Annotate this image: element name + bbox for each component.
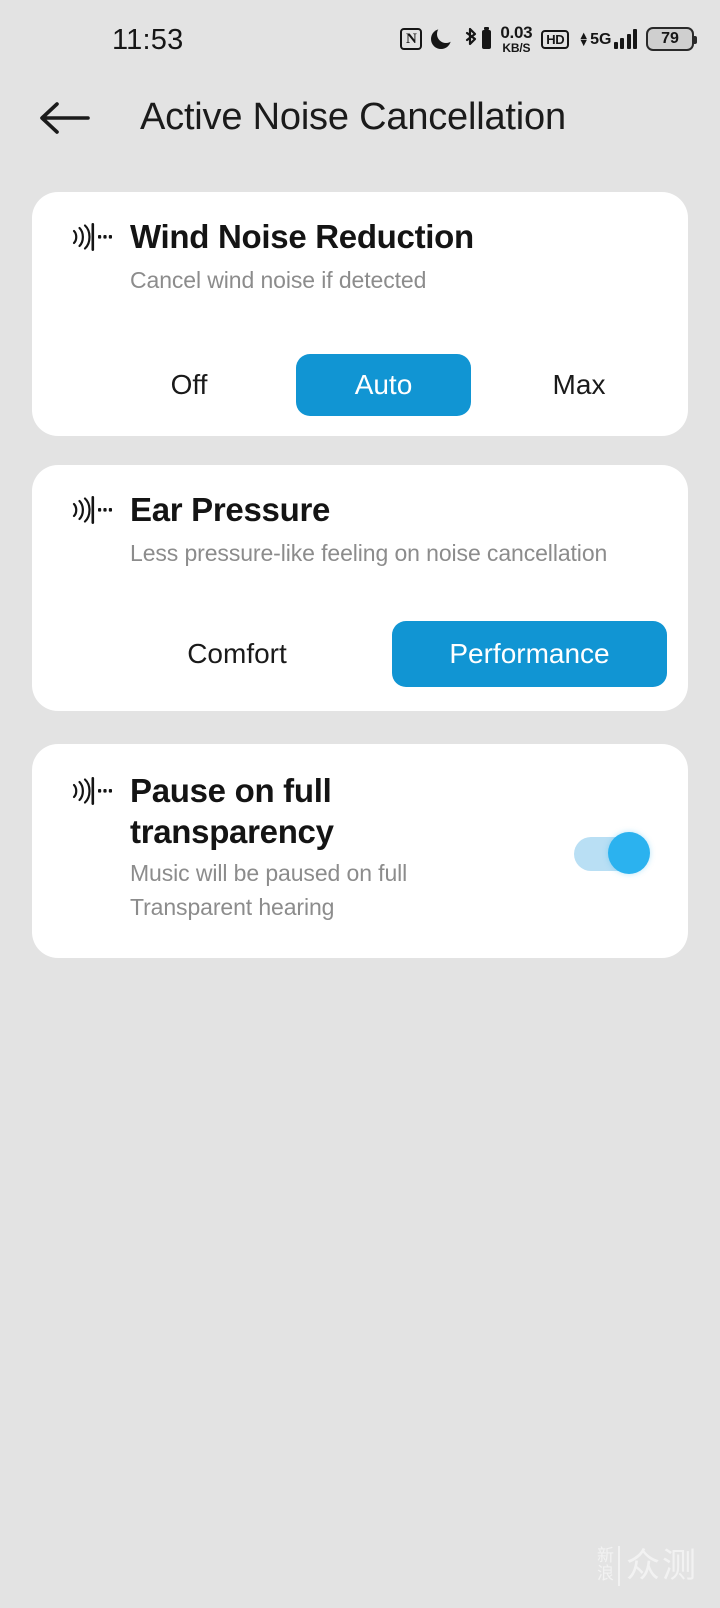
card-title: Wind Noise Reduction: [130, 218, 474, 255]
watermark: 新浪 众测: [593, 1546, 698, 1586]
back-arrow-icon: [40, 102, 90, 134]
data-transfer-arrows-icon: ▲ ▼: [578, 30, 590, 49]
card-title: Ear Pressure: [130, 491, 331, 528]
page-title: Active Noise Cancellation: [140, 96, 566, 138]
network-type-label: 5G: [590, 31, 612, 48]
network-speed-unit: KB/S: [502, 41, 531, 55]
pause-on-full-transparency-toggle[interactable]: [574, 832, 650, 874]
watermark-divider: [618, 1546, 620, 1586]
card-pause-on-full-transparency: Pause on full transparency Music will be…: [32, 744, 688, 958]
card-title: Pause on full transparency: [130, 772, 334, 850]
signal-bars-icon: [613, 29, 637, 49]
app-bar: Active Noise Cancellation: [0, 66, 720, 176]
noise-cancellation-icon: [70, 776, 114, 806]
wind-option-off[interactable]: Off: [136, 368, 242, 402]
watermark-zhongce-text: 众测: [626, 1546, 698, 1586]
battery-level-label: 79: [661, 30, 679, 47]
ear-option-performance[interactable]: Performance: [392, 621, 667, 687]
toggle-thumb: [608, 832, 650, 874]
nfc-icon: N: [400, 28, 423, 50]
card-header: Wind Noise Reduction: [32, 192, 688, 257]
ear-option-comfort[interactable]: Comfort: [150, 637, 324, 671]
cellular-5g-signal-icon: ▲ ▼ 5G: [578, 29, 637, 49]
wind-noise-option-group: Off Auto Max: [32, 354, 688, 416]
wind-option-auto[interactable]: Auto: [296, 354, 471, 416]
do-not-disturb-moon-icon: [431, 28, 454, 50]
noise-cancellation-icon: [70, 495, 114, 525]
noise-cancellation-icon: [70, 222, 114, 252]
card-ear-pressure: Ear Pressure Less pressure-like feeling …: [32, 465, 688, 711]
card-wind-noise-reduction: Wind Noise Reduction Cancel wind noise i…: [32, 192, 688, 436]
wind-option-max[interactable]: Max: [526, 368, 632, 402]
status-bar-clock: 11:53: [112, 24, 184, 56]
card-subtitle: Less pressure-like feeling on noise canc…: [130, 540, 608, 566]
card-header: Ear Pressure: [32, 465, 688, 530]
bluetooth-icon: [462, 26, 492, 51]
battery-icon: 79: [646, 27, 697, 51]
network-speed-indicator: 0.03 KB/S: [500, 24, 532, 54]
status-bar-icon-group: N 0.03 KB/S HD ▲ ▼ 5G 79: [400, 22, 697, 56]
status-bar: 11:53 N 0.03 KB/S HD ▲ ▼ 5G 79: [0, 0, 720, 66]
ear-pressure-option-group: Comfort Performance: [32, 621, 688, 687]
card-subtitle: Cancel wind noise if detected: [130, 267, 427, 293]
watermark-sina-text: 新浪: [593, 1546, 613, 1582]
network-speed-value: 0.03: [500, 23, 533, 42]
back-button[interactable]: [36, 90, 92, 146]
hd-voice-icon: HD: [541, 29, 570, 49]
